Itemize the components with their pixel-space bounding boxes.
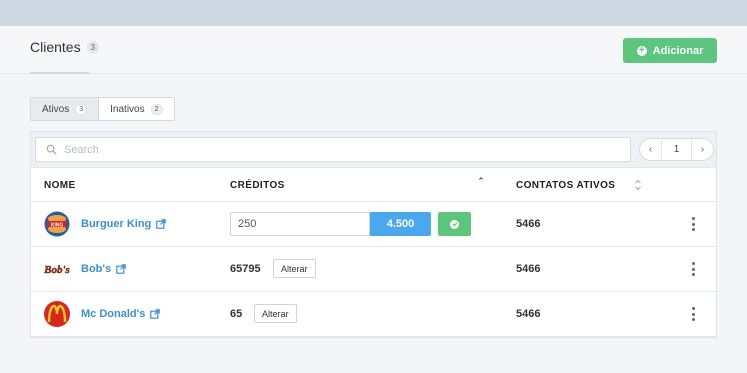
pagination: ‹ 1 › (639, 138, 714, 161)
active-contacts: 5466 (516, 218, 541, 230)
page-title: Clientes 3 (30, 39, 100, 55)
tab-ativos[interactable]: Ativos 3 (30, 97, 100, 121)
alter-credits-button[interactable]: Alterar (254, 304, 297, 323)
table-row: KING Burguer King 250 4.500 5466 (31, 202, 716, 247)
external-link-icon[interactable] (116, 264, 126, 274)
title-underline (30, 72, 89, 74)
credits-total: 4.500 (370, 212, 431, 236)
client-link[interactable]: Bob's (81, 263, 126, 275)
client-link[interactable]: Burguer King (81, 218, 167, 230)
table-row: Bob's Bob's 65795 Alterar 5466 (31, 247, 716, 292)
status-tabs: Ativos 3 Inativos 2 (30, 97, 175, 121)
column-header-contatos-ativos[interactable]: CONTATOS ATIVOS (516, 180, 615, 191)
tab-inativos-label: Inativos (110, 103, 145, 115)
external-link-icon[interactable] (150, 309, 161, 319)
burger-king-logo: KING (44, 211, 70, 237)
client-count-badge: 3 (86, 41, 100, 54)
client-link[interactable]: Mc Donald's (81, 308, 161, 320)
add-client-label: Adicionar (652, 44, 704, 57)
search-box[interactable] (35, 137, 631, 162)
client-name: Bob's (81, 263, 112, 275)
tab-ativos-count: 3 (75, 103, 88, 115)
more-options-icon[interactable] (691, 307, 695, 321)
active-contacts: 5466 (516, 308, 541, 320)
tab-ativos-label: Ativos (42, 103, 70, 115)
search-input[interactable] (64, 142, 614, 158)
table-row: Mc Donald's 65 Alterar 5466 (31, 292, 716, 337)
sort-ascending-icon[interactable]: ˆ (479, 177, 483, 189)
alter-credits-button[interactable]: Alterar (273, 259, 316, 278)
more-options-icon[interactable] (691, 217, 695, 231)
page-title-text: Clientes (30, 39, 81, 55)
svg-text:KING: KING (51, 223, 64, 229)
column-header-nome[interactable]: NOME (44, 180, 76, 191)
active-contacts: 5466 (516, 263, 541, 275)
chevron-left-icon[interactable]: ‹ (640, 139, 661, 160)
top-bar (0, 0, 747, 26)
column-header-creditos[interactable]: CRÉDITOS (230, 180, 285, 191)
bobs-logo: Bob's (44, 264, 70, 277)
tab-inativos[interactable]: Inativos 2 (99, 97, 175, 121)
chevron-right-icon[interactable]: › (692, 139, 713, 160)
credits-value: 65 (230, 308, 243, 320)
search-icon (46, 144, 57, 155)
search-bar: ‹ 1 › (31, 132, 716, 168)
check-circle-icon (450, 219, 459, 229)
client-name: Mc Donald's (81, 308, 146, 320)
current-page[interactable]: 1 (661, 139, 692, 160)
external-link-icon[interactable] (156, 219, 167, 229)
mcdonalds-logo (44, 301, 70, 327)
tab-inativos-count: 2 (150, 103, 163, 115)
sort-icon[interactable] (634, 178, 642, 192)
credits-input[interactable]: 250 (230, 212, 370, 236)
add-client-button[interactable]: + Adicionar (623, 38, 717, 63)
client-name: Burguer King (81, 218, 152, 230)
clients-panel: ‹ 1 › NOME CRÉDITOS ˆ CONTATOS ATIVOS KI… (30, 131, 717, 338)
more-options-icon[interactable] (691, 262, 695, 276)
table-header: NOME CRÉDITOS ˆ CONTATOS ATIVOS (31, 168, 716, 202)
plus-circle-icon: + (636, 45, 647, 56)
credits-value: 65795 (230, 263, 261, 275)
svg-text:Bob's: Bob's (44, 264, 70, 276)
confirm-credits-button[interactable] (438, 212, 471, 236)
